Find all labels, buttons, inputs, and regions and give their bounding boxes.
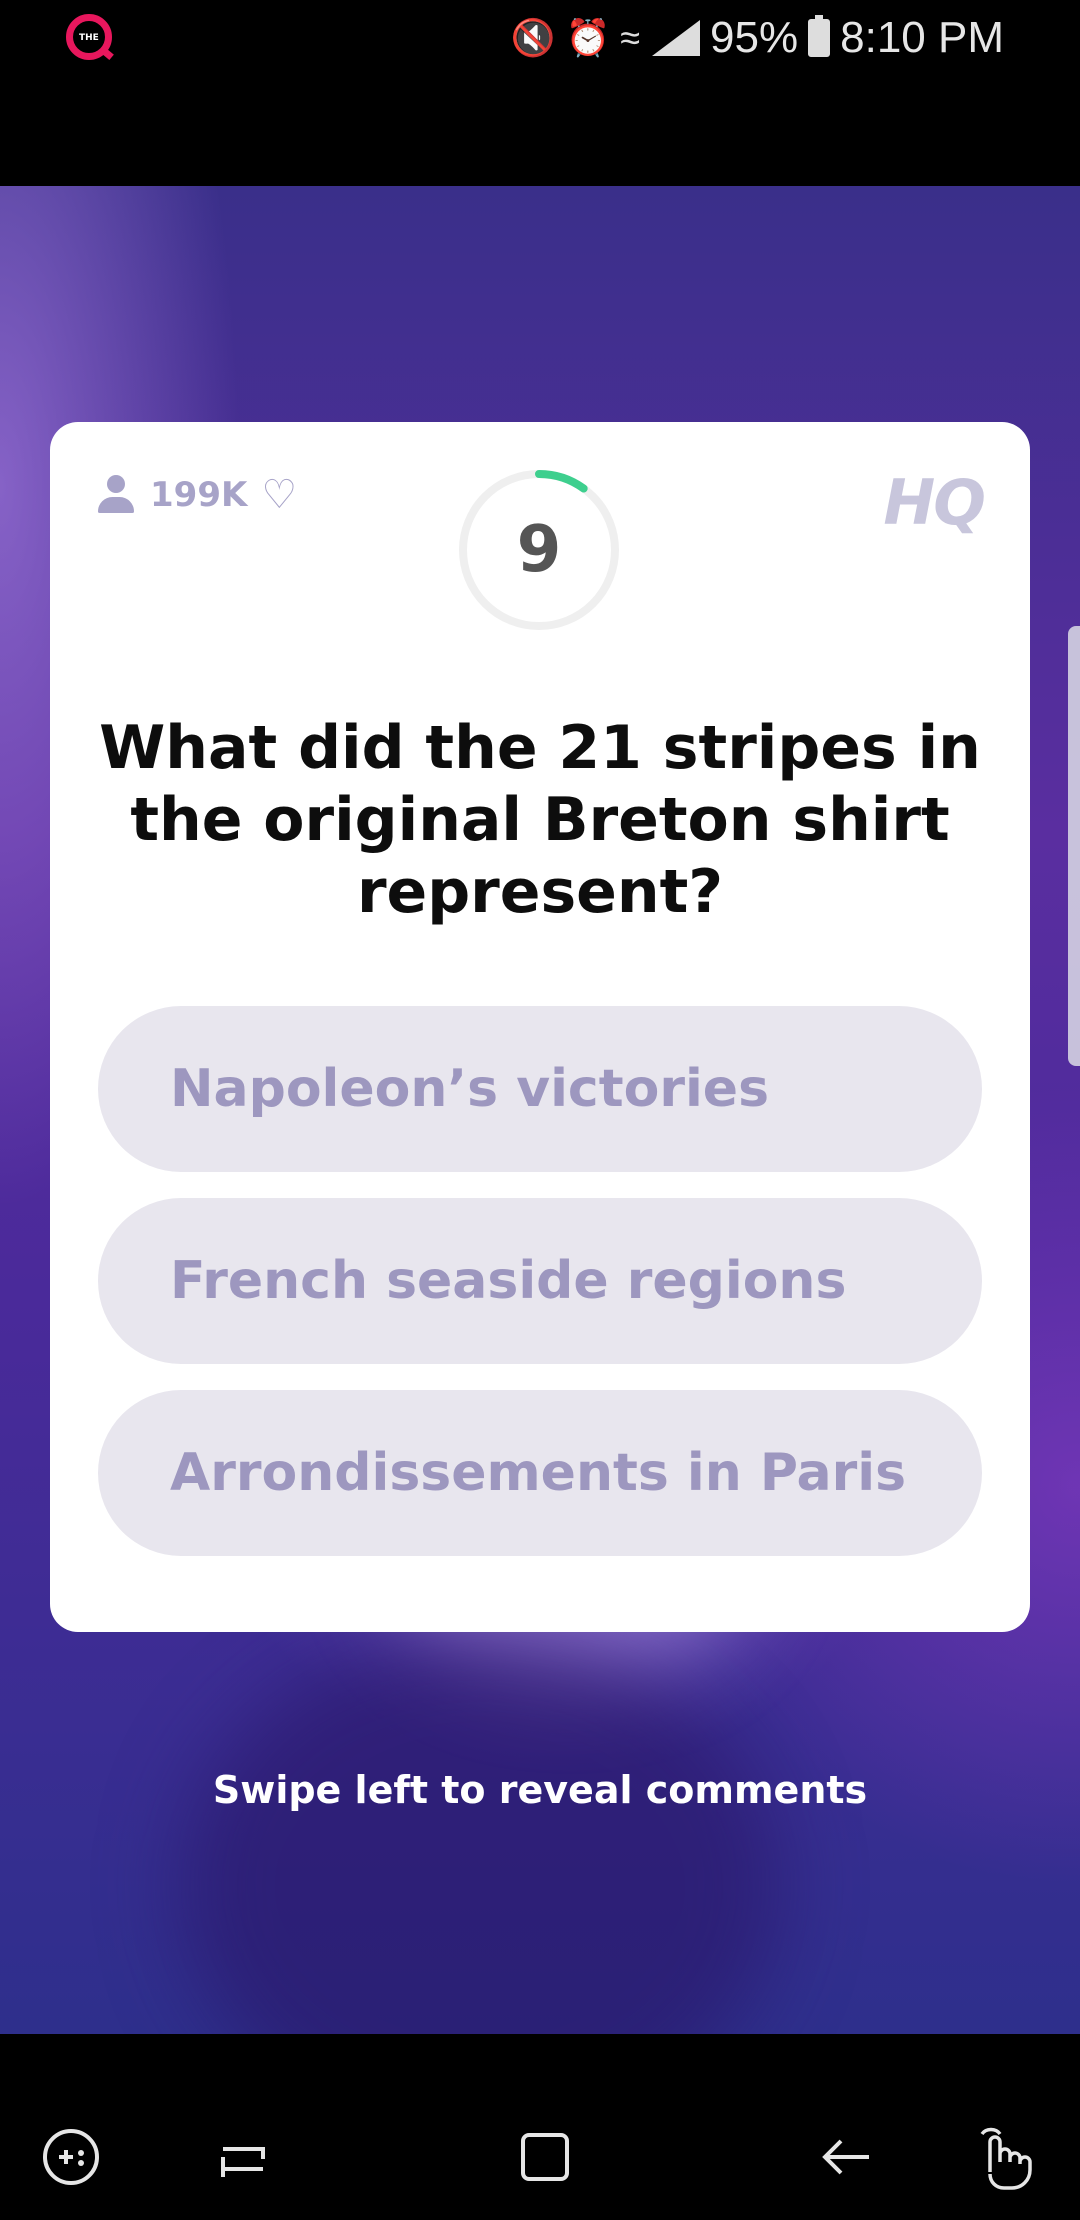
answer-label: French seaside regions <box>170 1251 847 1311</box>
recents-icon[interactable] <box>208 2122 278 2192</box>
clock: 8:10 PM <box>840 13 1004 62</box>
question-text: What did the 21 stripes in the original … <box>99 713 981 927</box>
countdown-timer: 9 <box>457 468 621 632</box>
app-badge-text: THE <box>79 33 99 43</box>
viewer-count-label: 199K <box>150 475 248 515</box>
back-icon[interactable] <box>812 2122 882 2192</box>
hq-logo: HQ <box>883 466 986 539</box>
mute-icon: 🔇 <box>510 17 556 58</box>
heart-icon[interactable]: ♡ <box>261 472 297 518</box>
status-icons: 🔇 ⏰ ≈ 95% 8:10 PM <box>511 8 1004 68</box>
game-launcher-icon[interactable] <box>36 2122 106 2192</box>
video-background: 199K ♡ 9 HQ What did the 21 stripes in t… <box>0 186 1080 2034</box>
answer-option-1[interactable]: Napoleon’s victories <box>98 1006 982 1172</box>
wifi-icon: ≈ <box>620 17 641 58</box>
battery-percent: 95% <box>710 13 799 62</box>
answer-label: Arrondissements in Paris <box>170 1443 907 1503</box>
navigation-bar <box>0 2034 1080 2220</box>
gesture-icon[interactable] <box>970 2122 1040 2192</box>
status-bar: THE 🔇 ⏰ ≈ 95% 8:10 PM <box>0 0 1080 186</box>
signal-icon <box>650 20 701 56</box>
edge-panel-handle[interactable] <box>1068 626 1080 1066</box>
home-icon[interactable] <box>510 2122 580 2192</box>
host-body-blur <box>180 1636 780 2034</box>
answer-option-3[interactable]: Arrondissements in Paris <box>98 1390 982 1556</box>
timer-value: 9 <box>516 513 562 587</box>
alarm-icon: ⏰ <box>565 17 611 58</box>
viewer-count: 199K ♡ <box>96 472 297 518</box>
answer-option-2[interactable]: French seaside regions <box>98 1198 982 1364</box>
user-icon <box>96 475 136 515</box>
question-card: 199K ♡ 9 HQ What did the 21 stripes in t… <box>50 422 1030 1632</box>
answer-label: Napoleon’s victories <box>170 1059 770 1119</box>
swipe-hint: Swipe left to reveal comments <box>212 1768 868 1812</box>
hq-trivia-notification-icon: THE <box>66 14 112 60</box>
battery-icon <box>808 15 831 57</box>
